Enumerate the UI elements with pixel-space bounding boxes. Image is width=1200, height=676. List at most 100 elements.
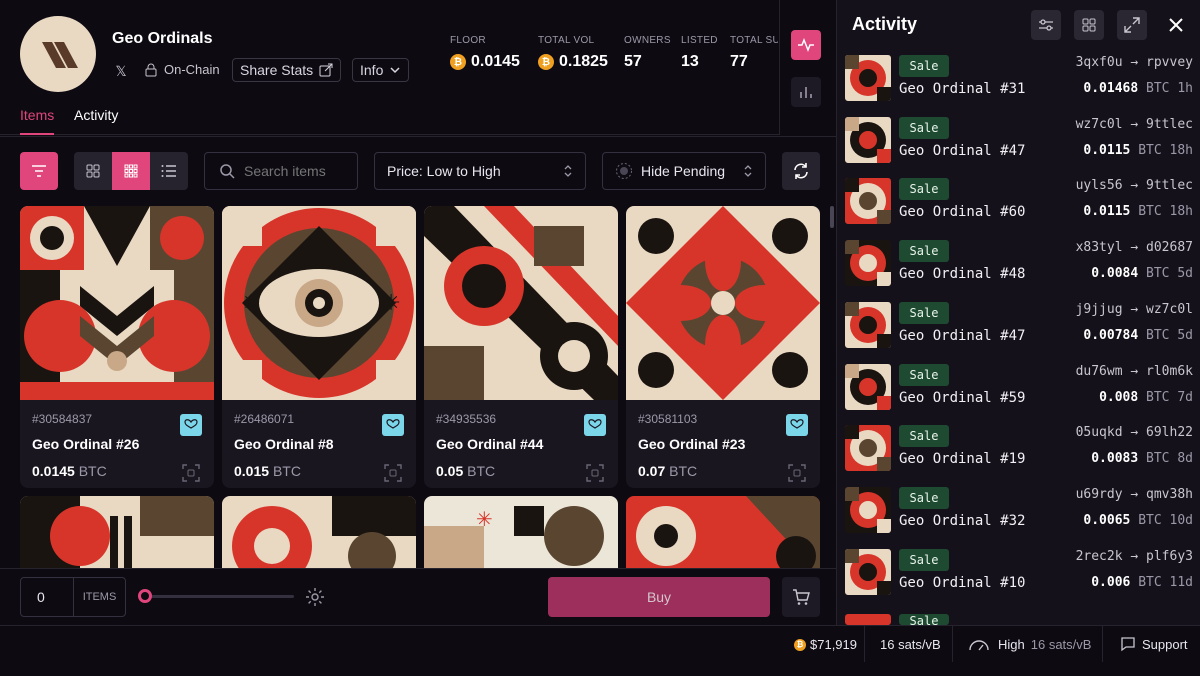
sort-select[interactable]: Price: Low to High: [374, 152, 586, 190]
info-dropdown[interactable]: Info: [352, 58, 410, 82]
activity-price: 0.0083 BTC 8d: [1091, 451, 1193, 466]
from-address[interactable]: 05uqkd: [1076, 425, 1123, 440]
gear-icon[interactable]: [305, 587, 325, 607]
item-card[interactable]: #30584837 Geo Ordinal #26 0.0145 BTC: [20, 206, 214, 488]
buy-button[interactable]: Buy: [548, 577, 770, 617]
slider-handle[interactable]: [138, 589, 152, 603]
price-value: 0.0145: [32, 463, 75, 479]
tab-active-indicator: [20, 133, 54, 135]
to-address[interactable]: d02687: [1146, 240, 1193, 255]
cart-button[interactable]: [782, 577, 820, 617]
inscription-number: #30581103: [638, 412, 698, 426]
price-value: 0.00784: [1083, 327, 1139, 343]
grid-large-button[interactable]: [74, 152, 112, 190]
sort-arrows-icon: [564, 165, 572, 177]
x-twitter-icon[interactable]: 𝕏: [112, 62, 130, 80]
activity-row[interactable]: Sale Geo Ordinal #10 2rec2k → plf6y3 0.006 …: [837, 548, 1200, 611]
to-address[interactable]: 9ttlec: [1146, 178, 1193, 193]
from-address[interactable]: du76wm: [1076, 364, 1123, 379]
activity-item-name: Geo Ordinal #59: [899, 389, 1026, 406]
activity-grid-button[interactable]: [1074, 10, 1104, 40]
item-card[interactable]: #34935536 Geo Ordinal #44 0.05 BTC: [424, 206, 618, 488]
price-unit: BTC: [467, 463, 496, 479]
to-address[interactable]: 9ttlec: [1146, 117, 1193, 132]
activity-row[interactable]: Sale Geo Ordinal #32 u69rdy → qmv38h 0.0065…: [837, 486, 1200, 549]
share-stats-button[interactable]: Share Stats: [232, 58, 342, 82]
activity-row[interactable]: Sale Geo Ordinal #59 du76wm → rl0m6k 0.008 …: [837, 363, 1200, 426]
item-card[interactable]: [222, 496, 416, 576]
quantity-slider[interactable]: [144, 595, 294, 598]
from-address[interactable]: 3qxf0u: [1076, 55, 1123, 70]
transfer-addresses: j9jjug → wz7c0l: [1075, 301, 1193, 317]
item-card[interactable]: ✳ ✳ #26486071 Geo Ordinal #8 0.015 BTC: [222, 206, 416, 488]
sale-badge: Sale: [899, 240, 949, 263]
item-price: 0.05 BTC: [436, 463, 495, 479]
activity-price: 0.006 BTC 11d: [1091, 575, 1193, 590]
activity-price: 0.0115 BTC 18h: [1083, 204, 1193, 219]
time-ago: 5d: [1177, 327, 1193, 343]
grid-small-button[interactable]: [112, 152, 150, 190]
scrollbar-thumb[interactable]: [830, 206, 834, 228]
expand-panel-button[interactable]: [1117, 10, 1147, 40]
item-card[interactable]: [626, 496, 820, 576]
refresh-button[interactable]: [782, 152, 820, 190]
activity-row[interactable]: Sale Geo Ordinal #47 j9jjug → wz7c0l 0.0078…: [837, 301, 1200, 364]
list-icon: [161, 165, 176, 177]
transfer-addresses: du76wm → rl0m6k: [1075, 363, 1193, 379]
from-address[interactable]: x83tyl: [1076, 240, 1123, 255]
activity-row[interactable]: Sale Geo Ordinal #48 x83tyl → d02687 0.0084…: [837, 240, 1200, 302]
to-address[interactable]: 69lh22: [1146, 425, 1193, 440]
price-unit: BTC: [78, 463, 107, 479]
tab-activity[interactable]: Activity: [74, 107, 118, 123]
pending-select[interactable]: Hide Pending: [602, 152, 766, 190]
activity-thumbnail: [845, 548, 891, 595]
price-value: 0.07: [638, 463, 666, 479]
transfer-addresses: 3qxf0u → rpvvey: [1075, 55, 1193, 70]
expand-icon[interactable]: [384, 464, 402, 482]
from-address[interactable]: 2rec2k: [1076, 549, 1123, 564]
from-address[interactable]: u69rdy: [1076, 487, 1123, 502]
quantity-value[interactable]: 0: [21, 578, 73, 616]
activity-filter-button[interactable]: [1031, 10, 1061, 40]
expand-icon[interactable]: [182, 464, 200, 482]
tab-items[interactable]: Items: [20, 107, 54, 123]
from-address[interactable]: wz7c0l: [1076, 117, 1123, 132]
svg-text:✳: ✳: [382, 291, 400, 316]
activity-row[interactable]: Sale Geo Ordinal #47 wz7c0l → 9ttlec 0.0115…: [837, 116, 1200, 179]
filter-button[interactable]: [20, 152, 58, 190]
item-card[interactable]: [20, 496, 214, 576]
to-address[interactable]: wz7c0l: [1146, 302, 1193, 317]
activity-row[interactable]: Sale Geo Ordinal #19 05uqkd → 69lh22 0.0083…: [837, 425, 1200, 487]
search-input[interactable]: [244, 163, 354, 179]
item-artwork: [20, 206, 214, 400]
expand-icon[interactable]: [788, 464, 806, 482]
activity-thumbnail: [845, 486, 891, 533]
to-address[interactable]: qmv38h: [1146, 487, 1193, 502]
stats-chart-button[interactable]: [791, 77, 821, 107]
item-card[interactable]: ✳: [424, 496, 618, 576]
to-address[interactable]: rl0m6k: [1146, 364, 1193, 379]
from-address[interactable]: j9jjug: [1076, 302, 1123, 317]
stat-label: TOTAL VOL: [538, 35, 595, 46]
support-button[interactable]: Support: [1120, 636, 1188, 652]
search-field[interactable]: [204, 152, 358, 190]
fee-priority[interactable]: High 16 sats/vB: [998, 637, 1091, 652]
onchain-link[interactable]: On-Chain: [144, 62, 220, 77]
butterfly-badge-icon: [786, 414, 808, 436]
activity-row[interactable]: Sale Geo Ordinal #60 uyls56 → 9ttlec 0.0115…: [837, 178, 1200, 240]
activity-thumbnail: [845, 116, 891, 163]
activity-row[interactable]: Sale Geo Ordinal #31 3qxf0u → rpvvey 0.0146…: [837, 55, 1200, 117]
activity-chart-button[interactable]: [791, 30, 821, 60]
quantity-field[interactable]: 0 ITEMS: [20, 577, 126, 617]
expand-icon[interactable]: [586, 464, 604, 482]
item-artwork: [626, 206, 820, 400]
to-address[interactable]: plf6y3: [1146, 549, 1193, 564]
item-card[interactable]: #30581103 Geo Ordinal #23 0.07 BTC: [626, 206, 820, 488]
price-unit: BTC: [1146, 266, 1170, 282]
list-view-button[interactable]: [150, 152, 188, 190]
to-address[interactable]: rpvvey: [1146, 55, 1193, 70]
collection-title: Geo Ordinals: [112, 30, 213, 47]
from-address[interactable]: uyls56: [1076, 178, 1123, 193]
inscription-number: #26486071: [234, 412, 295, 426]
close-button[interactable]: [1161, 10, 1191, 40]
